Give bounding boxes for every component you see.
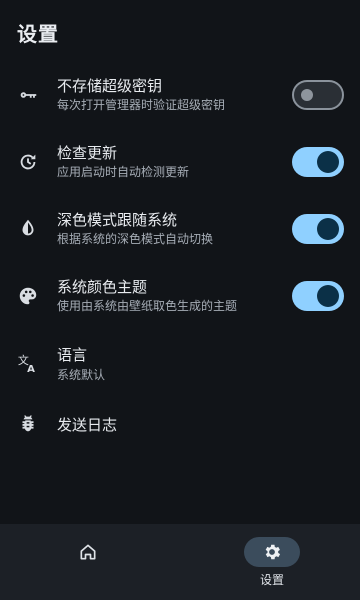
setting-check-update[interactable]: 检查更新 应用启动时自动检测更新 — [0, 133, 360, 193]
page-title: 设置 — [17, 22, 59, 46]
setting-subtitle: 根据系统的深色模式自动切换 — [57, 232, 214, 246]
setting-send-log[interactable]: 发送日志 — [0, 400, 360, 460]
update-check-icon — [16, 150, 40, 174]
setting-title: 语言 — [57, 346, 88, 364]
setting-title: 系统颜色主题 — [57, 278, 148, 296]
setting-title: 深色模式跟随系统 — [57, 211, 178, 229]
no-store-superkey-toggle[interactable] — [292, 80, 344, 110]
setting-title: 不存储超级密钥 — [57, 77, 163, 95]
key-icon — [16, 83, 40, 107]
bottom-navigation: 设置 — [0, 524, 360, 600]
nav-settings-label: 设置 — [259, 573, 284, 587]
bug-icon — [16, 412, 40, 436]
setting-subtitle: 系统默认 — [57, 368, 106, 382]
svg-text:A: A — [27, 364, 35, 374]
translate-icon: 文A — [16, 351, 40, 375]
nav-settings[interactable]: 设置 — [212, 524, 332, 600]
check-update-toggle[interactable] — [292, 147, 344, 177]
setting-subtitle: 每次打开管理器时验证超级密钥 — [57, 98, 226, 112]
setting-subtitle: 使用由系统由壁纸取色生成的主题 — [57, 299, 238, 313]
setting-title: 发送日志 — [57, 416, 118, 434]
setting-title: 检查更新 — [57, 144, 118, 162]
system-color-theme-toggle[interactable] — [292, 281, 344, 311]
setting-system-color-theme[interactable]: 系统颜色主题 使用由系统由壁纸取色生成的主题 — [0, 267, 360, 327]
setting-subtitle: 应用启动时自动检测更新 — [57, 165, 190, 179]
nav-home[interactable] — [28, 524, 148, 600]
dark-mode-follow-toggle[interactable] — [292, 214, 344, 244]
home-icon — [60, 537, 116, 567]
setting-no-store-superkey[interactable]: 不存储超级密钥 每次打开管理器时验证超级密钥 — [0, 66, 360, 126]
contrast-icon — [16, 217, 40, 241]
setting-language[interactable]: 文A 语言 系统默认 — [0, 333, 360, 393]
gear-icon — [244, 537, 300, 567]
setting-dark-mode-follow-system[interactable]: 深色模式跟随系统 根据系统的深色模式自动切换 — [0, 200, 360, 260]
palette-icon — [16, 284, 40, 308]
